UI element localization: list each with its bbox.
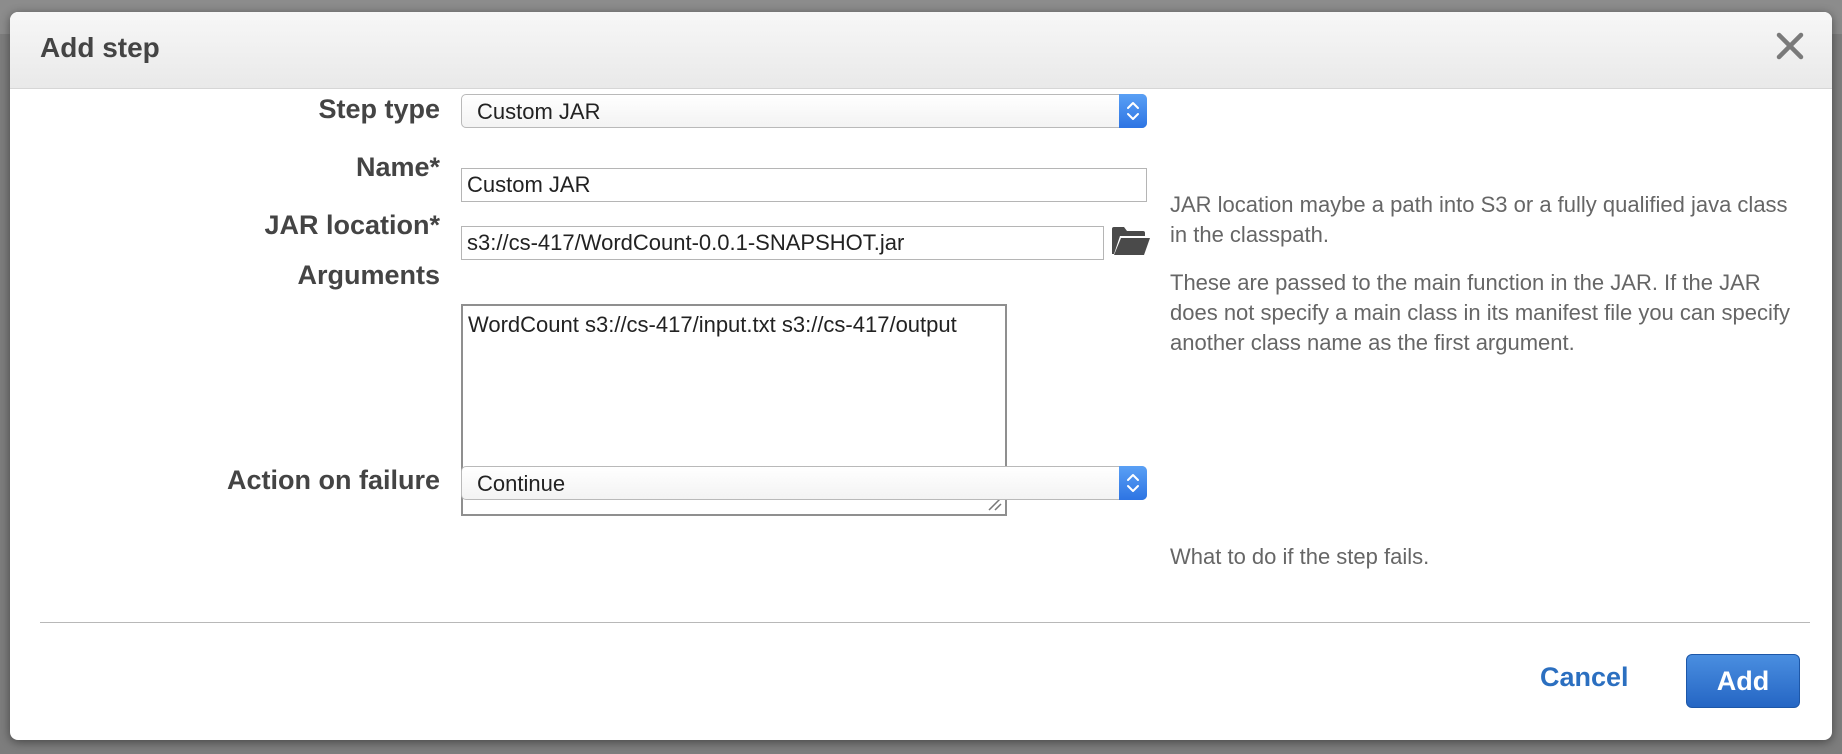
arguments-help: These are passed to the main function in… xyxy=(1170,270,1790,355)
dialog-title: Add step xyxy=(40,32,160,63)
dialog-header: Add step xyxy=(10,12,1832,89)
close-button[interactable] xyxy=(1770,26,1810,66)
step-type-label: Step type xyxy=(318,94,440,124)
action-on-failure-help: What to do if the step fails. xyxy=(1170,544,1430,569)
action-on-failure-value: Continue xyxy=(477,471,566,496)
jar-location-input[interactable] xyxy=(461,226,1104,260)
add-button[interactable]: Add xyxy=(1686,654,1800,708)
step-type-value: Custom JAR xyxy=(477,99,601,124)
jar-location-label: JAR location* xyxy=(264,210,440,240)
name-input[interactable] xyxy=(461,168,1147,202)
chevron-up-down-icon xyxy=(1119,466,1147,500)
close-icon xyxy=(1776,32,1804,60)
arguments-label: Arguments xyxy=(297,260,440,290)
folder-open-icon[interactable] xyxy=(1110,224,1152,258)
cancel-button[interactable]: Cancel xyxy=(1540,662,1629,693)
add-step-dialog: Add step Step type Custom JAR Name* JAR … xyxy=(10,12,1832,740)
chevron-up-down-icon xyxy=(1119,94,1147,128)
footer-divider xyxy=(40,622,1810,623)
action-on-failure-select[interactable]: Continue xyxy=(461,466,1147,500)
jar-location-help: JAR location maybe a path into S3 or a f… xyxy=(1170,192,1788,247)
name-label: Name* xyxy=(355,152,440,182)
step-type-select[interactable]: Custom JAR xyxy=(461,94,1147,128)
action-on-failure-label: Action on failure xyxy=(226,465,440,495)
